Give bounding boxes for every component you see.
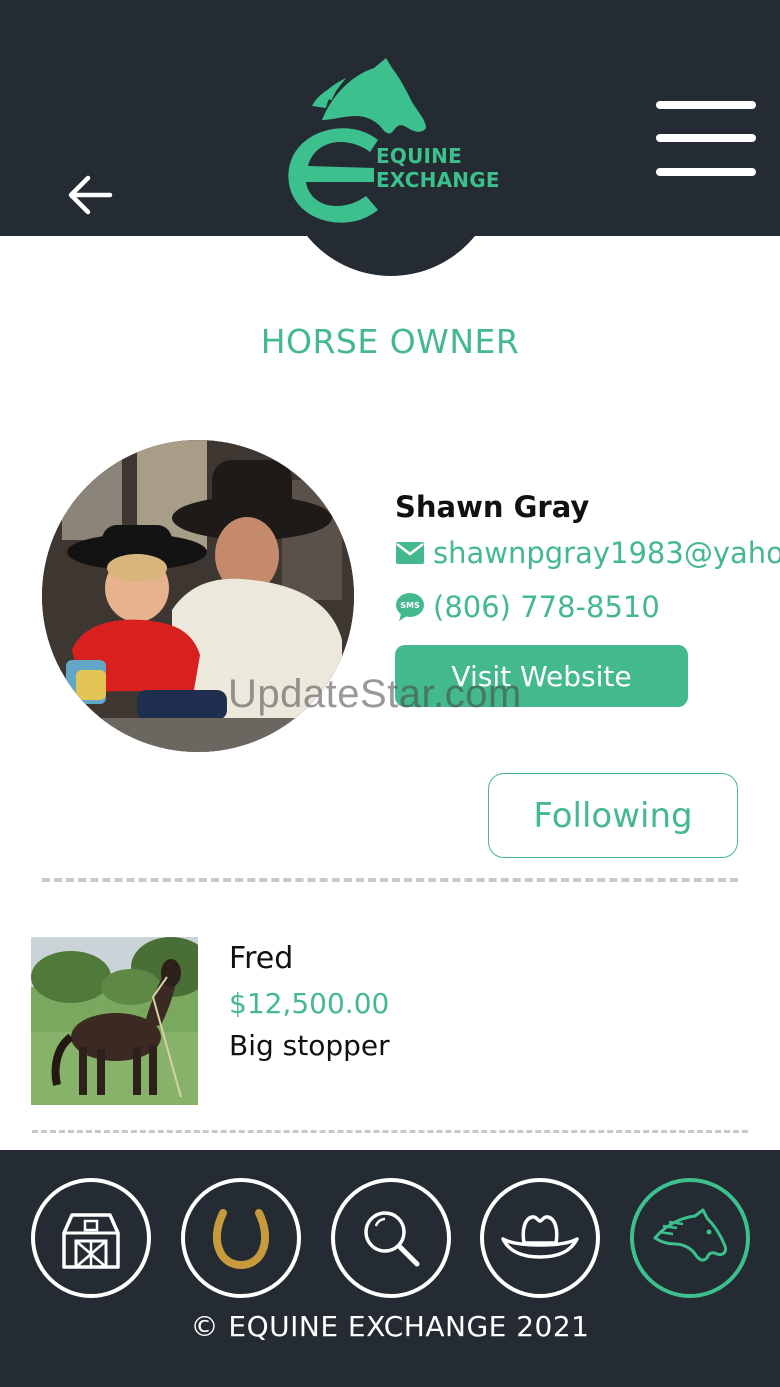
divider [42, 878, 738, 882]
following-button[interactable]: Following [488, 773, 738, 858]
menu-bar [656, 101, 756, 109]
cowboy-hat-icon [501, 1215, 579, 1259]
phone-link[interactable]: SMS (806) 778-8510 [395, 590, 660, 624]
nav-search-button[interactable] [331, 1178, 451, 1298]
nav-hat-button[interactable] [480, 1178, 600, 1298]
watermark-text: UpdateStar.com [228, 672, 522, 716]
owner-name: Shawn Gray [395, 490, 590, 524]
menu-bar [656, 134, 756, 142]
email-text: shawnpgray1983@yaho [433, 536, 780, 570]
horse-price: $12,500.00 [229, 987, 390, 1020]
email-link[interactable]: shawnpgray1983@yaho [395, 536, 780, 570]
horse-name: Fred [229, 941, 294, 976]
nav-barn-button[interactable] [31, 1178, 151, 1298]
horse-head-icon [653, 1208, 727, 1262]
copyright-text: © EQUINE EXCHANGE 2021 [190, 1310, 590, 1343]
horse-photo [31, 937, 198, 1105]
envelope-icon [395, 538, 425, 568]
hamburger-menu-button[interactable] [650, 96, 762, 186]
equine-exchange-logo[interactable] [282, 50, 502, 230]
search-icon [364, 1211, 420, 1267]
logo-line-2: EXCHANGE [376, 168, 500, 192]
nav-horse-button[interactable] [630, 1178, 750, 1298]
horseshoe-icon [212, 1209, 270, 1269]
arrow-left-icon [68, 175, 113, 215]
list-item[interactable]: Fred $12,500.00 Big stopper [31, 937, 751, 1107]
sms-bubble-icon: SMS [395, 592, 425, 622]
page-title: HORSE OWNER [260, 322, 520, 361]
horse-description: Big stopper [229, 1029, 390, 1062]
logo-line-1: EQUINE [376, 144, 462, 168]
svg-text:SMS: SMS [400, 601, 420, 610]
back-button[interactable] [60, 165, 120, 225]
nav-horseshoe-button[interactable] [181, 1178, 301, 1298]
divider [32, 1130, 748, 1133]
menu-bar [656, 168, 756, 176]
bottom-navigation: © EQUINE EXCHANGE 2021 [0, 1150, 780, 1387]
logo-wordmark: EQUINE EXCHANGE [376, 144, 500, 192]
phone-text: (806) 778-8510 [433, 590, 660, 624]
barn-icon [62, 1213, 120, 1269]
